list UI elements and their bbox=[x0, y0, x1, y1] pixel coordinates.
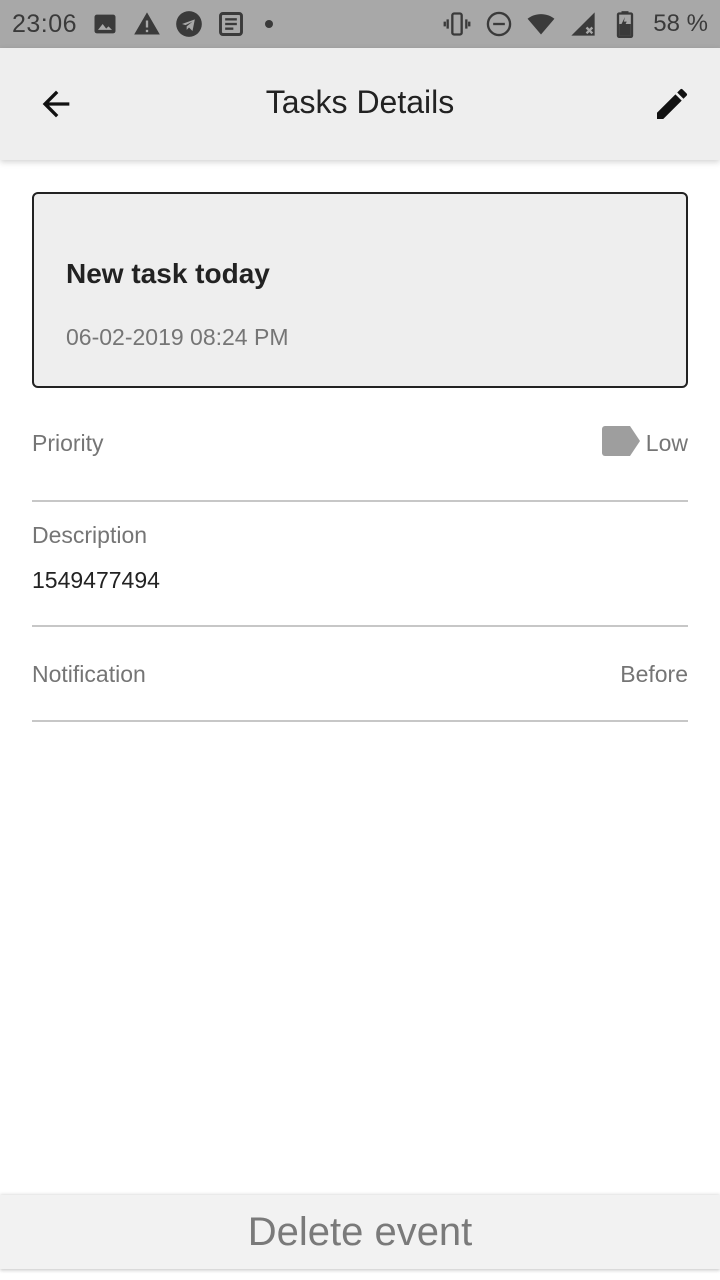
do-not-disturb-icon bbox=[485, 10, 513, 38]
news-icon bbox=[217, 10, 245, 38]
task-datetime: 06-02-2019 08:24 PM bbox=[66, 324, 289, 350]
priority-row: Priority Low bbox=[32, 404, 688, 502]
warning-icon bbox=[133, 10, 161, 38]
status-right: 58 % bbox=[443, 10, 708, 38]
image-icon bbox=[91, 10, 119, 38]
notification-row: Notification Before bbox=[32, 627, 688, 722]
back-button[interactable] bbox=[32, 80, 80, 128]
battery-icon bbox=[611, 10, 639, 38]
task-title: New task today bbox=[66, 258, 270, 289]
status-left: 23:06 bbox=[12, 9, 274, 39]
wifi-icon bbox=[527, 10, 555, 38]
signal-icon bbox=[569, 10, 597, 38]
vibrate-icon bbox=[443, 10, 471, 38]
description-value: 1549477494 bbox=[32, 567, 160, 593]
edit-button[interactable] bbox=[648, 80, 696, 128]
arrow-back-icon bbox=[42, 90, 70, 118]
label-tag-icon bbox=[601, 426, 640, 456]
pencil-icon bbox=[657, 88, 688, 119]
notification-dot-icon bbox=[265, 20, 274, 28]
priority-value-group: Low bbox=[601, 426, 688, 500]
telegram-icon bbox=[175, 10, 203, 38]
app-bar: Tasks Details bbox=[0, 48, 720, 160]
delete-event-button[interactable]: Delete event bbox=[0, 1195, 720, 1269]
battery-percent: 58 % bbox=[653, 10, 708, 37]
description-label: Description bbox=[32, 522, 148, 548]
status-time: 23:06 bbox=[12, 9, 78, 38]
status-bar: 23:06 58 % bbox=[0, 0, 720, 48]
description-row: Description 1549477494 bbox=[32, 502, 688, 627]
task-card: New task today 06-02-2019 08:24 PM bbox=[32, 192, 688, 388]
priority-label: Priority bbox=[32, 430, 104, 456]
notification-value: Before bbox=[620, 661, 688, 687]
priority-value: Low bbox=[645, 430, 688, 456]
page-title: Tasks Details bbox=[265, 84, 455, 120]
notification-label: Notification bbox=[32, 661, 146, 687]
